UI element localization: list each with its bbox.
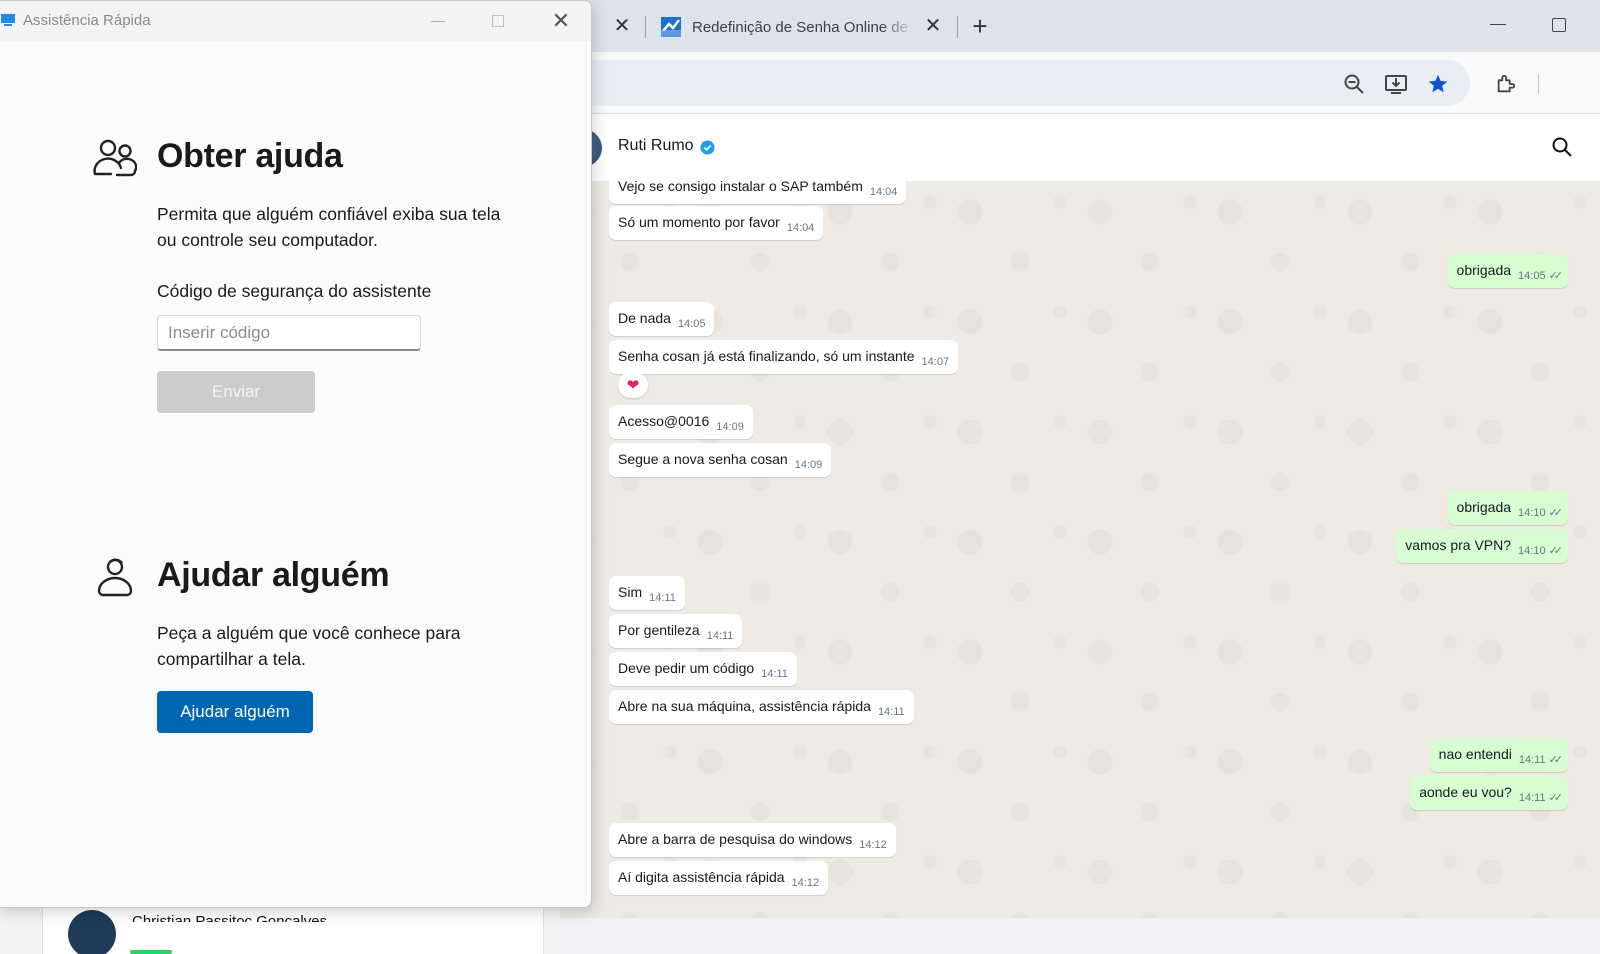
message-time: 14:11 (706, 629, 734, 642)
outgoing-message-bubble[interactable]: aonde eu vou? 14:11 ✓✓ (1410, 776, 1568, 810)
message-time: 14:11 (877, 705, 905, 718)
message-time: 14:04 (869, 185, 898, 198)
help-someone-description: Peça a alguém que você conhece para comp… (157, 623, 461, 669)
message-text: aonde eu vou? (1419, 784, 1512, 800)
message-time: 14:11 (1518, 753, 1546, 766)
incoming-message-bubble[interactable]: Sim 14:11 (609, 576, 685, 610)
window-title: Assistência Rápida (23, 12, 151, 29)
incoming-message-bubble[interactable]: Segue a nova senha cosan 14:09 (609, 443, 832, 477)
maximize-button[interactable] (492, 15, 504, 27)
incoming-message-bubble[interactable]: Aí digita assistência rápida 14:12 (609, 861, 829, 895)
tab-separator (645, 16, 646, 38)
message-time: 14:09 (716, 420, 744, 433)
tab-title: Redefinição de Senha Online de (692, 18, 908, 36)
message-text: Senha cosan já está finalizando, só um i… (618, 348, 915, 364)
tab-active[interactable]: Redefinição de Senha Online de ✕ (656, 12, 944, 42)
chat-list-avatar[interactable] (68, 910, 116, 954)
close-button[interactable]: ✕ (549, 9, 573, 33)
read-receipt-icon: ✓✓ (1548, 507, 1564, 519)
help-someone-button[interactable]: Ajudar alguém (157, 691, 313, 733)
verified-badge-icon (700, 140, 715, 155)
message-text: De nada (618, 310, 671, 326)
get-help-heading: Obter ajuda (157, 137, 343, 175)
address-bar[interactable] (560, 60, 1470, 106)
message-text: Aí digita assistência rápida (618, 869, 785, 885)
browser-minimize-button[interactable] (1490, 24, 1506, 25)
read-receipt-icon: ✓✓ (1548, 270, 1564, 282)
site-favicon-icon (660, 16, 682, 38)
extensions-icon[interactable] (1492, 70, 1520, 98)
message-text: Acesso@0016 (618, 413, 710, 429)
message-text: vamos pra VPN? (1405, 537, 1512, 553)
incoming-message-bubble[interactable]: Por gentileza 14:11 (609, 614, 743, 648)
tab-separator (957, 16, 958, 38)
message-time: 14:05 (677, 317, 706, 330)
message-composer-bar (560, 918, 1600, 954)
incoming-message-bubble[interactable]: De nada 14:05 (609, 302, 715, 336)
message-time: 14:10 (1518, 506, 1546, 519)
contact-name[interactable]: Ruti Rumo (618, 137, 694, 155)
quick-assist-window: Assistência Rápida ✕ Obter ajuda Permita… (0, 0, 592, 908)
tab-close-button[interactable]: ✕ (922, 15, 944, 37)
security-code-label: Código de segurança do assistente (157, 281, 432, 301)
message-time: 14:07 (921, 355, 950, 368)
message-time: 14:12 (791, 876, 820, 889)
chat-list-contact-name[interactable]: Christian Passitoc Gonçalves (132, 912, 372, 922)
message-text: Abre na sua máquina, assistência rápida (618, 698, 871, 714)
message-text: Vejo se consigo instalar o SAP também (618, 178, 863, 194)
quick-assist-app-icon (1, 13, 15, 27)
message-text: Sim (618, 584, 643, 600)
message-text: Abre a barra de pesquisa do windows (618, 831, 853, 847)
incoming-message-bubble[interactable]: Abre a barra de pesquisa do windows 14:12 (609, 823, 896, 857)
message-time: 14:09 (794, 458, 823, 471)
message-text: nao entendi (1438, 746, 1512, 762)
message-time: 14:10 (1518, 544, 1546, 557)
help-someone-heading: Ajudar alguém (157, 556, 390, 594)
browser-restore-button[interactable] (1552, 18, 1566, 32)
security-code-input[interactable] (157, 315, 421, 351)
message-time: 14:05 (1518, 269, 1546, 282)
new-tab-button[interactable]: + (968, 12, 992, 40)
message-text: Por gentileza (618, 622, 700, 638)
read-receipt-icon: ✓✓ (1548, 792, 1564, 804)
message-time: 14:12 (859, 838, 887, 851)
bookmark-star-icon[interactable] (1424, 70, 1452, 98)
people-icon (93, 136, 138, 180)
unread-indicator (130, 950, 172, 954)
read-receipt-icon: ✓✓ (1548, 754, 1564, 766)
message-time: 14:11 (649, 591, 676, 604)
message-text: Segue a nova senha cosan (618, 451, 788, 467)
message-text: Deve pedir um código (618, 660, 755, 676)
incoming-message-bubble[interactable]: Vejo se consigo instalar o SAP também 14:… (609, 170, 907, 204)
previous-tab-close-button[interactable]: ✕ (612, 15, 632, 37)
message-time: 14:11 (761, 667, 788, 680)
heart-reaction-icon[interactable]: ❤ (618, 372, 648, 398)
search-icon[interactable] (1550, 135, 1574, 159)
message-text: obrigada (1456, 262, 1512, 278)
outgoing-message-bubble[interactable]: vamos pra VPN? 14:10 ✓✓ (1396, 529, 1568, 563)
message-time: 14:11 (1518, 791, 1546, 804)
incoming-message-bubble[interactable]: Senha cosan já está finalizando, só um i… (609, 340, 959, 374)
zoom-out-icon[interactable] (1340, 70, 1368, 98)
outgoing-message-bubble[interactable]: obrigada 14:10 ✓✓ (1447, 491, 1568, 525)
message-text: obrigada (1456, 499, 1512, 515)
toolbar-divider (1538, 74, 1539, 94)
submit-button[interactable]: Enviar (157, 371, 315, 413)
outgoing-message-bubble[interactable]: obrigada 14:05 ✓✓ (1447, 254, 1568, 288)
install-app-icon[interactable] (1382, 70, 1410, 98)
incoming-message-bubble[interactable]: Abre na sua máquina, assistência rápida 1… (609, 690, 914, 724)
minimize-button[interactable] (431, 21, 445, 22)
get-help-description: Permita que alguém confiável exiba sua t… (157, 204, 501, 250)
incoming-message-bubble[interactable]: Deve pedir um código 14:11 (609, 652, 797, 686)
helper-person-icon (93, 555, 137, 599)
message-time: 14:04 (786, 221, 815, 234)
outgoing-message-bubble[interactable]: nao entendi 14:11 ✓✓ (1429, 738, 1568, 772)
incoming-message-bubble[interactable]: Só um momento por favor 14:04 (609, 206, 824, 240)
message-text: Só um momento por favor (618, 214, 780, 230)
read-receipt-icon: ✓✓ (1548, 545, 1564, 557)
incoming-message-bubble[interactable]: Acesso@0016 14:09 (609, 405, 753, 439)
